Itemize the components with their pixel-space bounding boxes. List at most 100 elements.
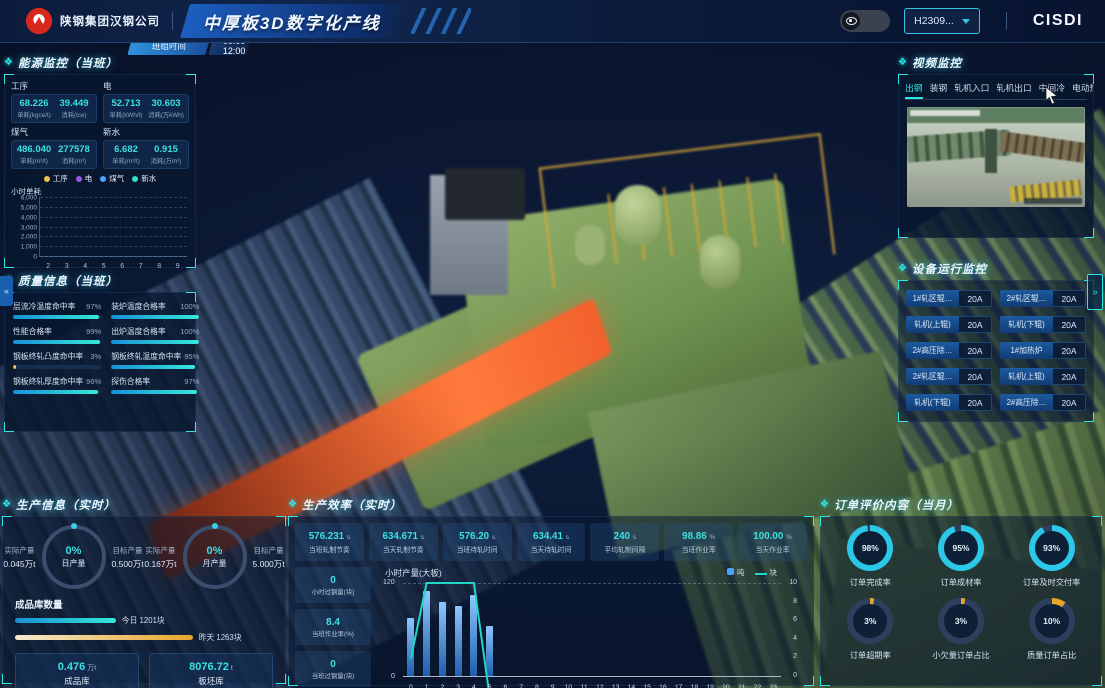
device-label: 2#轧区辊… (906, 368, 959, 385)
video-tab-装钢[interactable]: 装钢 (930, 81, 948, 99)
right-axis-tick: 2 (793, 653, 797, 660)
stock-bar (15, 635, 193, 640)
x-tick-label: 4 (83, 263, 87, 270)
device-cell: 2#高压除…20A (906, 342, 992, 359)
energy-value: 277578 (54, 144, 94, 155)
quality-label: 钢板终轧厚度命中率 (13, 376, 83, 387)
page-title: 中厚板3D数字化产线 (203, 9, 381, 34)
donut-ring: 3% (938, 598, 984, 644)
target-label: 目标产量 (112, 545, 144, 556)
x-tick-label: 12 (592, 684, 608, 688)
x-tick-label: 7 (139, 263, 143, 270)
stock-bar-row: 今日 1201块 (3, 615, 285, 626)
stock-box-板坯库: 8076.72t板坯库 (149, 653, 273, 688)
x-tick-label: 9 (176, 263, 180, 270)
quality-row: 出炉温度合格率100% (111, 326, 199, 337)
energy-section-name: 煤气 (11, 126, 97, 138)
x-tick-label: 7 (513, 684, 529, 688)
energy-value: 486.040 (14, 144, 54, 155)
quality-value: 97% (86, 302, 101, 311)
gauge-left-text: 实际产量0.045万t (3, 545, 35, 570)
gridline: 0 (40, 256, 187, 257)
legend-label: 工序 (53, 173, 68, 184)
energy-cell: 68.226单耗(kgce/t) (14, 98, 54, 119)
device-cell: 轧机(上辊)20A (1000, 368, 1086, 385)
video-tab-轧机入口[interactable]: 轧机入口 (954, 81, 989, 99)
efficiency-stat: 576.20 s当班待轧时间 (443, 523, 512, 561)
gauge-name: 日产量 (62, 558, 86, 569)
stat-value: 576.231 s (309, 531, 350, 542)
device-cell: 2#轧区辊…20A (906, 368, 992, 385)
donut-value: 98% (862, 543, 879, 553)
x-tick-label: 9 (545, 684, 561, 688)
device-label: 轧机(下辊) (906, 394, 959, 411)
stock-bar-label: 昨天 1263块 (199, 632, 242, 643)
panel-quality-info: ❖ 质量信息（当班） 层流冷温度命中率97%装炉温度合格率100%性能合格率99… (4, 272, 196, 432)
cisdi-logo: CISDI (1033, 12, 1083, 30)
device-current-value: 20A (1053, 394, 1086, 411)
quality-item: 层流冷温度命中率97% (13, 301, 101, 319)
legend-item: 煤气 (100, 173, 124, 184)
energy-unit-label: 消耗(tce) (54, 110, 94, 119)
stock-box-value: 0.476万t (58, 661, 96, 673)
quality-row: 层流冷温度命中率97% (13, 301, 101, 312)
energy-value-box: 68.226单耗(kgce/t)39.449消耗(tce) (11, 94, 97, 123)
quality-item: 性能合格率99% (13, 326, 101, 344)
donut-hole: 10% (1035, 604, 1069, 638)
panel-title: 质量信息（当班） (18, 273, 118, 289)
efficiency-side-stat: 8.4当班作业率(%) (295, 609, 371, 645)
x-tick-label: 5 (102, 263, 106, 270)
chart-title: 小时产量(大板) (385, 567, 442, 579)
quality-progress-fill (111, 340, 199, 344)
quality-item: 装炉温度合格率100% (111, 301, 199, 319)
panel-device-monitoring: ❖ 设备运行监控 1#轧区辊…20A2#轧区辊…20A轧机(上辊)20A轧机(下… (898, 260, 1094, 422)
panel-title: 生产效率（实时） (302, 497, 402, 513)
device-current-value: 20A (1053, 368, 1086, 385)
quality-row: 钢板终轧凸度命中率3% (13, 351, 101, 362)
quality-value: 96% (86, 377, 101, 386)
quality-item: 钢板终轧温度命中率95% (111, 351, 199, 369)
x-tick-label: 17 (671, 684, 687, 688)
quality-label: 钢板终轧凸度命中率 (13, 351, 83, 362)
device-label: 2#高压除… (906, 342, 959, 359)
panel-production-info: ❖ 生产信息（实时） 实际产量0.045万t0%日产量目标产量0.500万t实际… (2, 496, 286, 684)
order-ring: 3%小欠量订单占比 (918, 598, 1005, 661)
quality-label: 出炉温度合格率 (111, 326, 166, 337)
x-tick-label: 10 (561, 684, 577, 688)
donut-value: 3% (955, 616, 967, 626)
device-current-value: 20A (959, 316, 992, 333)
energy-section-name: 新水 (103, 126, 189, 138)
quality-progress-track (111, 390, 199, 394)
x-tick-label: 6 (120, 263, 124, 270)
energy-section: 煤气486.040单耗(m³/t)277578消耗(m³) (11, 125, 97, 169)
device-label: 轧机(下辊) (1000, 316, 1053, 333)
cctv-video-feed[interactable] (907, 107, 1085, 207)
x-tick-label: 15 (639, 684, 655, 688)
quality-row: 装炉温度合格率100% (111, 301, 199, 312)
quality-label: 性能合格率 (13, 326, 52, 337)
device-cell: 1#加热炉20A (1000, 342, 1086, 359)
stat-label: 当班作业率 (682, 544, 716, 554)
video-tab-轧机出口[interactable]: 轧机出口 (996, 81, 1031, 99)
eye-icon (842, 12, 860, 30)
quality-progress-fill (13, 315, 99, 319)
y-tick-label: 1,000 (21, 244, 37, 251)
energy-cell: 6.682单耗(m³/t) (106, 144, 146, 165)
quality-progress-track (13, 365, 101, 369)
right-axis-tick: 4 (793, 635, 797, 642)
efficiency-stat: 98.86 %当班作业率 (664, 523, 733, 561)
quality-progress-track (13, 390, 101, 394)
energy-value: 68.226 (14, 98, 54, 109)
efficiency-stat: 634.41 s当天待轧时间 (517, 523, 586, 561)
heat-number-value: H2309... (914, 15, 954, 27)
efficiency-stat: 634.671 s当天轧制节奏 (369, 523, 438, 561)
device-current-value: 20A (959, 394, 992, 411)
y-tick-label: 3,000 (21, 224, 37, 231)
visibility-toggle[interactable] (840, 10, 890, 32)
donut-label: 订单及时交付率 (1023, 576, 1080, 588)
panel-collapse-handle-left[interactable]: « (0, 276, 13, 306)
panel-order-evaluation: ❖ 订单评价内容（当月） 98%订单完成率95%订单成材率93%订单及时交付率3… (820, 496, 1102, 686)
heat-number-select[interactable]: H2309... (904, 8, 980, 34)
energy-unit-label: 单耗(kgce/t) (14, 110, 54, 119)
panel-collapse-handle-right[interactable]: » (1087, 274, 1103, 310)
